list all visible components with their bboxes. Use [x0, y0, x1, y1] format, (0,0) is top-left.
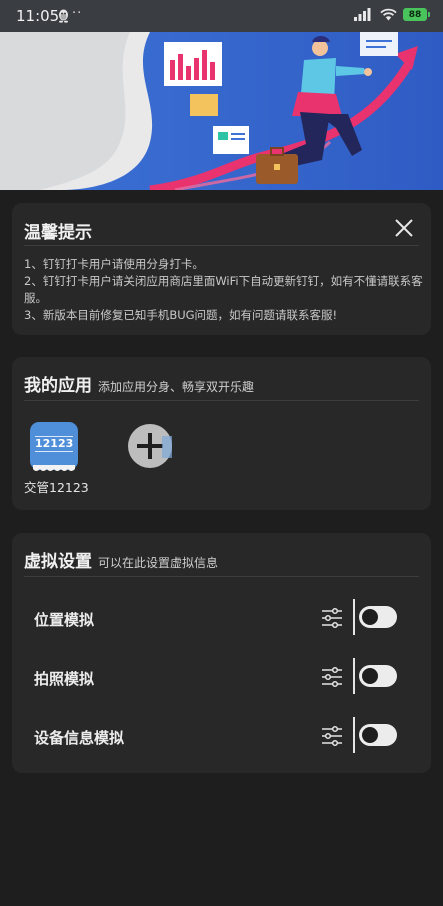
tips-card: 温馨提示 1、钉钉打卡用户请使用分身打卡。 2、钉钉打卡用户请关闭应用商店里面W… — [12, 203, 431, 335]
tips-title: 温馨提示 — [24, 223, 92, 243]
location-simulation-row: 位置模拟 — [12, 597, 431, 641]
battery-level: 88 — [408, 9, 422, 20]
virtual-settings-card: 虚拟设置 可以在此设置虚拟信息 位置模拟 拍照模拟 设备信息模拟 — [12, 533, 431, 773]
virtual-title-text: 虚拟设置 — [24, 552, 92, 572]
apps-divider — [24, 400, 419, 401]
app-label: 交管12123 — [24, 480, 89, 495]
close-icon[interactable] — [393, 217, 415, 239]
tip-item: 3、新版本目前修复已知手机BUG问题，如有问题请联系客服! — [24, 308, 338, 322]
row-label: 设备信息模拟 — [34, 729, 125, 747]
row-separator — [353, 717, 355, 753]
plus-icon[interactable] — [128, 424, 172, 468]
banner-illustration — [0, 32, 443, 190]
tip-item: 2、钉钉打卡用户请关闭应用商店里面WiFi下自动更新钉钉，如有不懂请联系客服。 — [24, 274, 423, 305]
promo-banner — [0, 32, 443, 190]
row-separator — [353, 658, 355, 694]
apps-subtitle: 添加应用分身、畅享双开乐趣 — [98, 380, 255, 394]
apps-title: 我的应用 添加应用分身、畅享双开乐趣 — [24, 371, 254, 396]
device-info-simulation-row: 设备信息模拟 — [12, 715, 431, 759]
location-toggle[interactable] — [359, 606, 397, 628]
toggle-knob — [362, 668, 378, 684]
settings-sliders-icon[interactable] — [321, 666, 343, 688]
app-tile-jiaoguan[interactable]: 12123 交管12123 — [24, 422, 89, 496]
row-label: 拍照模拟 — [34, 670, 95, 688]
toggle-knob — [362, 727, 378, 743]
signal-icon — [354, 8, 371, 21]
status-more-dots: ·· — [72, 6, 83, 21]
row-label: 位置模拟 — [34, 611, 95, 629]
apps-title-text: 我的应用 — [24, 376, 92, 396]
virtual-title: 虚拟设置 可以在此设置虚拟信息 — [24, 547, 218, 572]
photo-toggle[interactable] — [359, 665, 397, 687]
status-bar: 11:05 ·· 88 — [0, 0, 443, 32]
settings-sliders-icon[interactable] — [321, 607, 343, 629]
app-icon-text: 12123 — [35, 436, 74, 452]
wifi-icon — [380, 8, 397, 21]
photo-simulation-row: 拍照模拟 — [12, 656, 431, 700]
row-separator — [353, 599, 355, 635]
virtual-divider — [24, 576, 419, 577]
settings-sliders-icon[interactable] — [321, 725, 343, 747]
device-info-toggle[interactable] — [359, 724, 397, 746]
jiaoguan-app-icon[interactable]: 12123 — [30, 422, 78, 471]
virtual-subtitle: 可以在此设置虚拟信息 — [98, 556, 219, 570]
battery-indicator: 88 — [403, 8, 430, 21]
add-app-tile[interactable] — [120, 422, 180, 468]
tips-divider — [24, 245, 419, 246]
toggle-knob — [362, 609, 378, 625]
status-right: 88 — [354, 8, 430, 21]
status-time: 11:05 — [16, 7, 60, 25]
tips-list: 1、钉钉打卡用户请使用分身打卡。 2、钉钉打卡用户请关闭应用商店里面WiFi下自… — [24, 256, 424, 324]
tip-item: 1、钉钉打卡用户请使用分身打卡。 — [24, 257, 204, 271]
my-apps-card: 我的应用 添加应用分身、畅享双开乐趣 12123 交管12123 — [12, 357, 431, 510]
qq-penguin-icon — [59, 9, 68, 23]
app-icon-wave — [33, 465, 75, 471]
